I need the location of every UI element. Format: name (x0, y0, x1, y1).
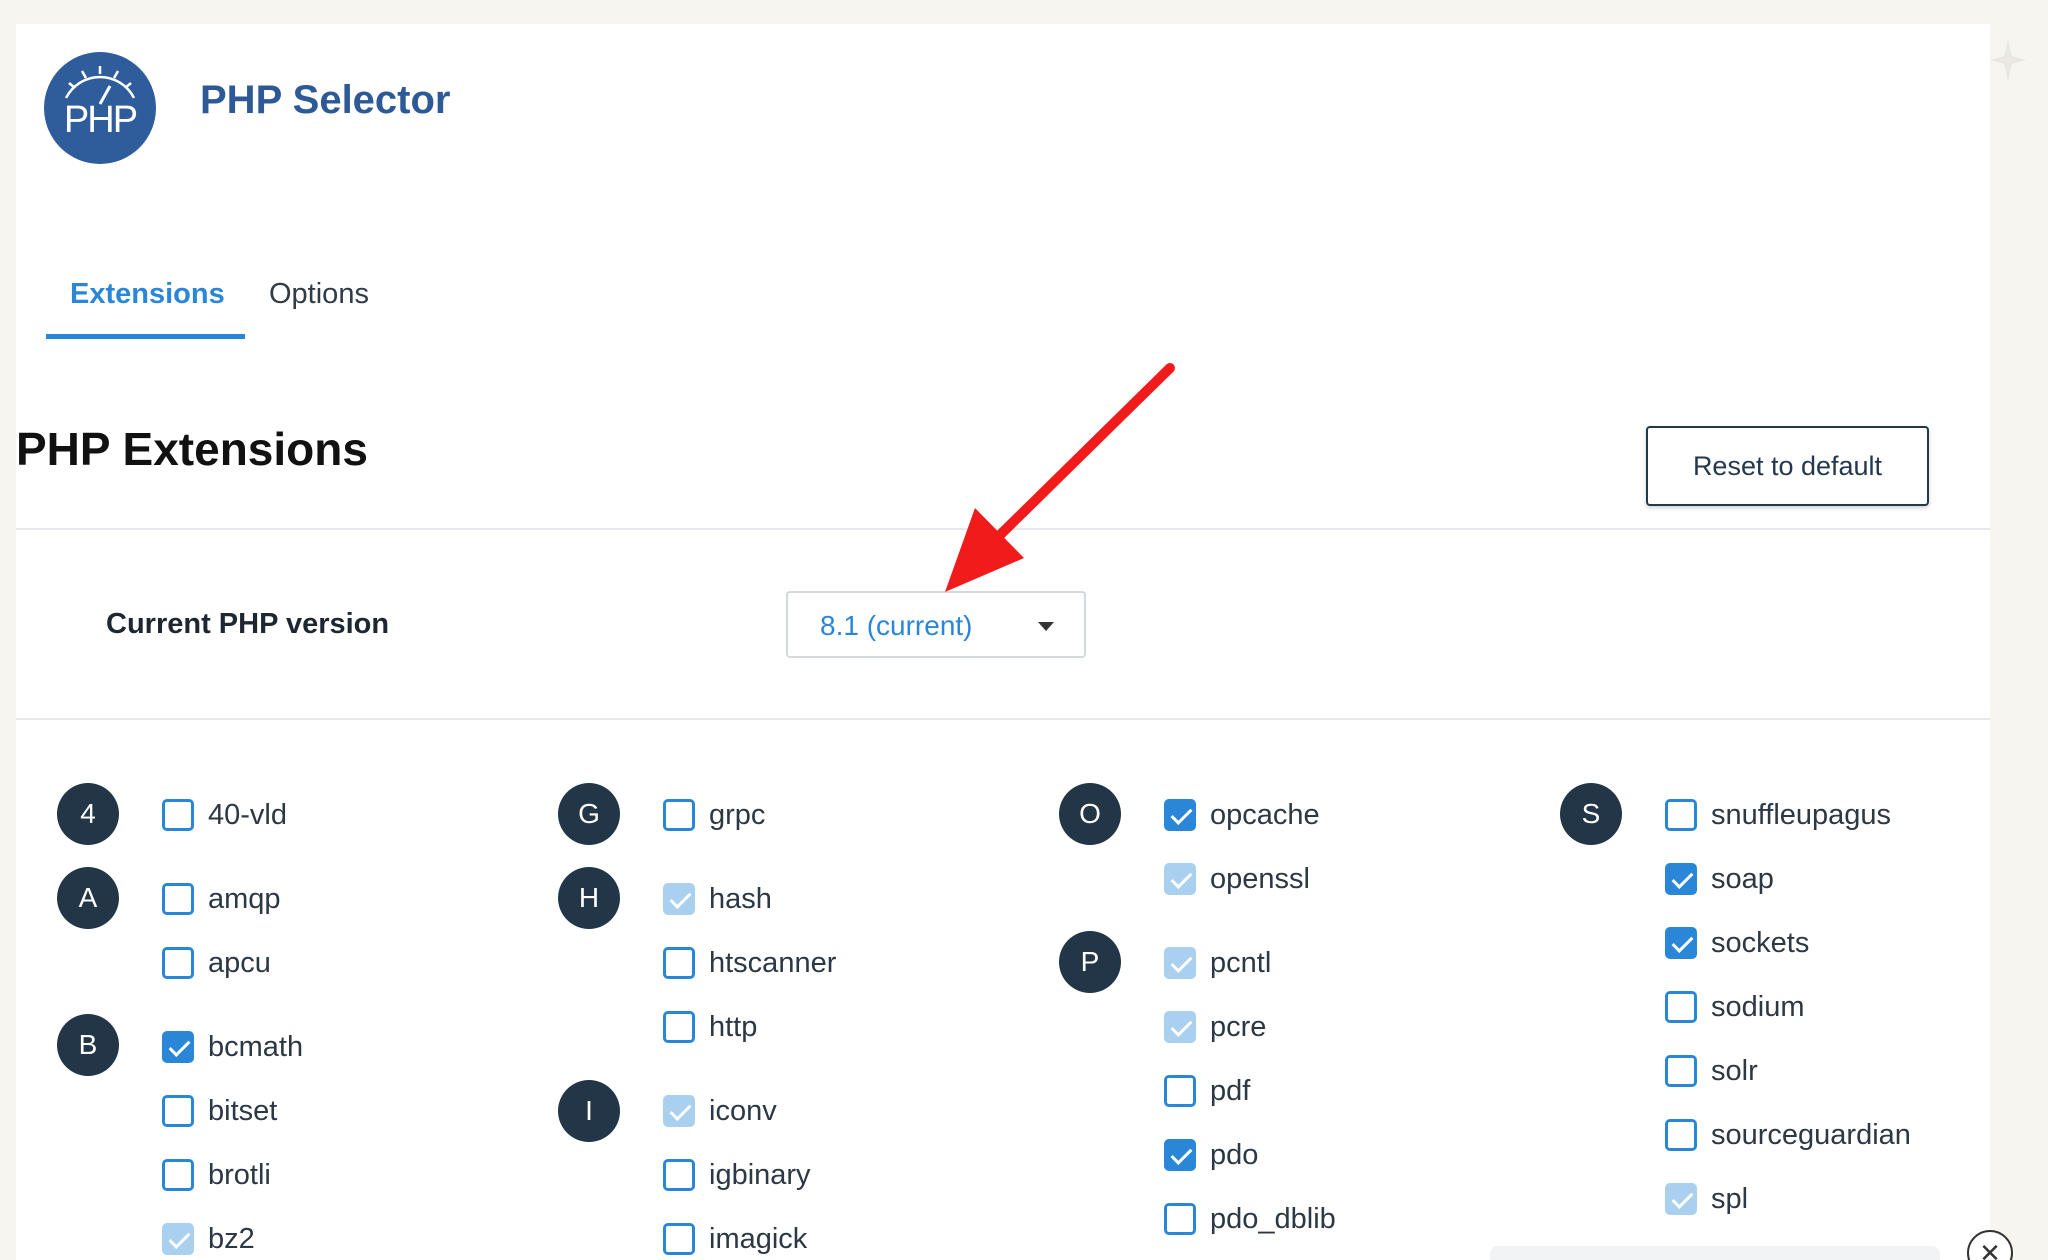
extension-item[interactable]: imagick (663, 1219, 807, 1259)
extension-item[interactable]: http (663, 1007, 757, 1047)
letter-badge-i: I (558, 1080, 620, 1142)
extension-item[interactable]: solr (1665, 1051, 1758, 1091)
checkbox[interactable] (1164, 1139, 1196, 1171)
checkbox[interactable] (1164, 1075, 1196, 1107)
extension-item[interactable]: apcu (162, 943, 271, 983)
divider-top (16, 528, 1990, 530)
chevron-down-icon (1038, 622, 1054, 631)
checkbox[interactable] (663, 1223, 695, 1255)
checkbox[interactable] (1665, 1119, 1697, 1151)
extension-item[interactable]: pcntl (1164, 943, 1271, 983)
extension-item[interactable]: bcmath (162, 1027, 303, 1067)
tab-options[interactable]: Options (269, 278, 369, 311)
extension-item[interactable]: pdo_dblib (1164, 1199, 1336, 1239)
checkbox[interactable] (162, 883, 194, 915)
checkbox[interactable] (663, 1011, 695, 1043)
php-version-select[interactable]: 8.1 (current) (786, 591, 1086, 658)
extension-item[interactable]: htscanner (663, 943, 836, 983)
reset-to-default-button[interactable]: Reset to default (1646, 426, 1929, 506)
checkbox[interactable] (663, 883, 695, 915)
extension-item[interactable]: hash (663, 879, 772, 919)
checkbox[interactable] (162, 1223, 194, 1255)
extension-item[interactable]: amqp (162, 879, 281, 919)
letter-badge-s: S (1560, 783, 1622, 845)
decorative-mark-icon (1990, 40, 2026, 82)
checkbox[interactable] (162, 1031, 194, 1063)
extension-item[interactable]: spl (1665, 1179, 1748, 1219)
bottom-notification-bar (1490, 1246, 1940, 1260)
checkbox[interactable] (162, 947, 194, 979)
extension-item[interactable]: pdo (1164, 1135, 1258, 1175)
letter-badge-4: 4 (57, 783, 119, 845)
letter-badge-b: B (57, 1014, 119, 1076)
checkbox[interactable] (162, 1159, 194, 1191)
extension-item[interactable]: sourceguardian (1665, 1115, 1911, 1155)
checkbox[interactable] (1665, 799, 1697, 831)
extension-item[interactable]: openssl (1164, 859, 1310, 899)
tab-extensions[interactable]: Extensions (70, 278, 225, 311)
checkbox[interactable] (1164, 947, 1196, 979)
checkbox[interactable] (1164, 1011, 1196, 1043)
extension-item[interactable]: brotli (162, 1155, 271, 1195)
letter-badge-a: A (57, 867, 119, 929)
extension-item[interactable]: igbinary (663, 1155, 811, 1195)
extension-item[interactable]: bz2 (162, 1219, 255, 1259)
extension-item[interactable]: 40-vld (162, 795, 287, 835)
extension-item[interactable]: grpc (663, 795, 765, 835)
extension-item[interactable]: sodium (1665, 987, 1805, 1027)
checkbox[interactable] (1164, 799, 1196, 831)
checkbox[interactable] (663, 799, 695, 831)
checkbox[interactable] (1665, 1183, 1697, 1215)
checkbox[interactable] (1665, 1055, 1697, 1087)
app-title: PHP Selector (200, 78, 451, 122)
checkbox[interactable] (1164, 1203, 1196, 1235)
letter-badge-h: H (558, 867, 620, 929)
checkbox[interactable] (1665, 991, 1697, 1023)
extension-item[interactable]: sockets (1665, 923, 1809, 963)
checkbox[interactable] (1665, 927, 1697, 959)
php-logo-text: PHP (64, 99, 137, 141)
extension-item[interactable]: opcache (1164, 795, 1320, 835)
checkbox[interactable] (663, 947, 695, 979)
divider-bottom (16, 718, 1990, 720)
extension-item[interactable]: soap (1665, 859, 1774, 899)
letter-badge-g: G (558, 783, 620, 845)
checkbox[interactable] (663, 1159, 695, 1191)
php-version-label: Current PHP version (106, 608, 390, 640)
checkbox[interactable] (162, 799, 194, 831)
php-logo: PHP (44, 52, 156, 164)
letter-badge-o: O (1059, 783, 1121, 845)
checkbox[interactable] (1164, 863, 1196, 895)
letter-badge-p: P (1059, 931, 1121, 993)
extension-item[interactable]: iconv (663, 1091, 777, 1131)
extension-item[interactable]: snuffleupagus (1665, 795, 1891, 835)
checkbox[interactable] (663, 1095, 695, 1127)
extension-item[interactable]: pcre (1164, 1007, 1266, 1047)
close-icon: ✕ (1979, 1237, 2001, 1260)
extension-item[interactable]: pdf (1164, 1071, 1250, 1111)
section-title: PHP Extensions (16, 423, 368, 475)
php-version-value: 8.1 (current) (820, 610, 973, 641)
checkbox[interactable] (162, 1095, 194, 1127)
active-tab-indicator (46, 334, 245, 339)
checkbox[interactable] (1665, 863, 1697, 895)
extension-item[interactable]: bitset (162, 1091, 277, 1131)
